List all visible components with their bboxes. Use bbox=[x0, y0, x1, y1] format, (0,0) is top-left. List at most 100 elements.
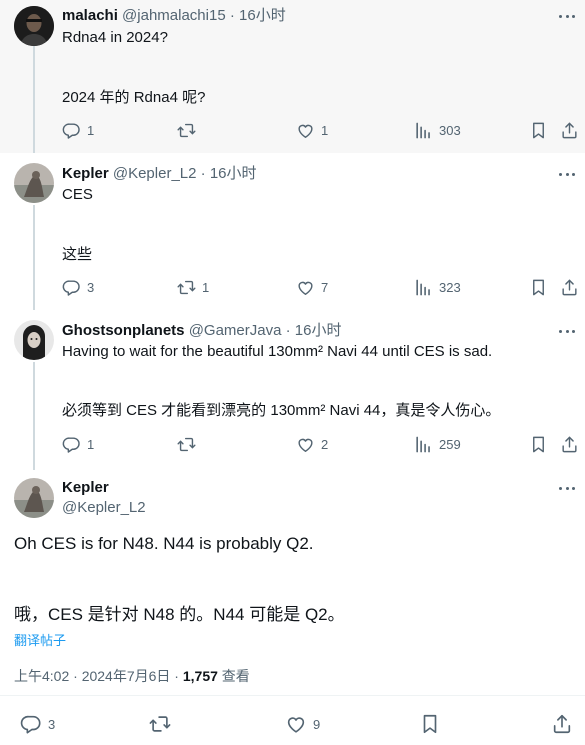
author-handle[interactable]: @jahmalachi15 bbox=[122, 7, 226, 24]
tweet-kepler-reply[interactable]: Kepler @Kepler_L2 · 16小时 CES 这些 3 1 7 32… bbox=[0, 153, 585, 310]
repost-icon bbox=[177, 435, 196, 454]
reply-icon bbox=[62, 435, 81, 454]
like-icon bbox=[285, 713, 307, 735]
reply-count: 1 bbox=[87, 122, 95, 138]
reply-button[interactable]: 1 bbox=[62, 434, 94, 454]
view-count: 259 bbox=[439, 436, 461, 452]
views-icon bbox=[414, 121, 433, 140]
reply-count: 1 bbox=[87, 436, 95, 452]
bookmark-button[interactable] bbox=[529, 120, 548, 140]
repost-count: 1 bbox=[202, 279, 210, 295]
view-count: 323 bbox=[439, 279, 461, 295]
share-button[interactable] bbox=[560, 434, 579, 454]
reply-icon bbox=[62, 278, 81, 297]
avatar[interactable] bbox=[14, 163, 54, 203]
author-name[interactable]: malachi bbox=[62, 7, 118, 24]
author-name[interactable]: Ghostsonplanets bbox=[62, 322, 185, 339]
divider bbox=[0, 695, 585, 696]
repost-button[interactable] bbox=[177, 120, 196, 140]
like-count: 1 bbox=[321, 122, 329, 138]
author-name[interactable]: Kepler bbox=[62, 479, 109, 496]
like-button[interactable]: 7 bbox=[296, 277, 328, 297]
like-count: 7 bbox=[321, 279, 329, 295]
more-icon[interactable] bbox=[557, 480, 577, 496]
action-bar: 3 1 7 323 bbox=[62, 277, 585, 297]
author-handle[interactable]: @GamerJava bbox=[189, 322, 282, 339]
post-time[interactable]: 16小时 bbox=[239, 7, 286, 24]
post-text-line2: 必须等到 CES 才能看到漂亮的 130mm² Navi 44，真是令人伤心。 bbox=[62, 402, 501, 419]
share-icon bbox=[560, 278, 579, 297]
like-button[interactable]: 2 bbox=[296, 434, 328, 454]
share-icon bbox=[551, 713, 573, 735]
separator-dot: · bbox=[200, 165, 206, 182]
reply-button[interactable]: 3 bbox=[62, 277, 94, 297]
main-tweet: Kepler @Kepler_L2 Oh CES is for N48. N44… bbox=[0, 470, 585, 745]
repost-button[interactable] bbox=[177, 434, 196, 454]
post-text-line1: Oh CES is for N48. N44 is probably Q2. bbox=[14, 534, 314, 553]
thread-line bbox=[33, 362, 35, 470]
thread-line bbox=[33, 46, 35, 153]
repost-button[interactable]: 1 bbox=[177, 277, 209, 297]
avatar[interactable] bbox=[14, 478, 54, 518]
share-icon bbox=[560, 121, 579, 140]
repost-icon bbox=[149, 713, 171, 735]
view-count: 1,757 bbox=[182, 668, 218, 684]
reply-button[interactable]: 3 bbox=[20, 712, 55, 736]
bookmark-button[interactable] bbox=[529, 434, 548, 454]
translate-link[interactable]: 翻译帖子 bbox=[14, 630, 66, 649]
bookmark-button[interactable] bbox=[419, 712, 441, 736]
post-text-line1: CES bbox=[62, 186, 93, 203]
separator-dot: · bbox=[229, 7, 235, 24]
like-icon bbox=[296, 121, 315, 140]
action-bar: 1 1 303 bbox=[62, 120, 585, 140]
like-count: 2 bbox=[321, 436, 329, 452]
thread-line bbox=[33, 205, 35, 310]
views-label: 查看 bbox=[217, 668, 250, 684]
post-text-line2: 哦，CES 是针对 N48 的。N44 可能是 Q2。 bbox=[14, 605, 345, 624]
share-button[interactable] bbox=[551, 712, 573, 736]
like-icon bbox=[296, 278, 315, 297]
views-button[interactable]: 259 bbox=[414, 434, 461, 454]
like-count: 9 bbox=[313, 716, 321, 732]
avatar[interactable] bbox=[14, 6, 54, 46]
tweet-ghostsonplanets[interactable]: Ghostsonplanets @GamerJava · 16小时 Having… bbox=[0, 310, 585, 470]
repost-icon bbox=[177, 121, 196, 140]
post-text-line1: Having to wait for the beautiful 130mm² … bbox=[62, 343, 493, 360]
post-time[interactable]: 16小时 bbox=[295, 322, 342, 339]
share-button[interactable] bbox=[560, 277, 579, 297]
action-bar: 1 2 259 bbox=[62, 434, 585, 454]
avatar[interactable] bbox=[14, 320, 54, 360]
more-icon[interactable] bbox=[557, 166, 577, 182]
reply-icon bbox=[20, 713, 42, 735]
reply-icon bbox=[62, 121, 81, 140]
views-button[interactable]: 323 bbox=[414, 277, 461, 297]
separator-dot: · bbox=[285, 322, 291, 339]
share-button[interactable] bbox=[560, 120, 579, 140]
views-button[interactable]: 303 bbox=[414, 120, 461, 140]
bookmark-icon bbox=[419, 713, 441, 735]
bookmark-button[interactable] bbox=[529, 277, 548, 297]
tweet-malachi[interactable]: malachi @jahmalachi15 · 16小时 Rdna4 in 20… bbox=[0, 0, 585, 153]
views-icon bbox=[414, 278, 433, 297]
like-button[interactable]: 1 bbox=[296, 120, 328, 140]
post-text-line2: 这些 bbox=[62, 246, 93, 263]
author-handle[interactable]: @Kepler_L2 bbox=[62, 499, 146, 516]
bookmark-icon bbox=[529, 435, 548, 454]
bookmark-icon bbox=[529, 278, 548, 297]
post-time[interactable]: 16小时 bbox=[210, 165, 257, 182]
post-timestamp[interactable]: 上午4:02 · 2024年7月6日 · bbox=[14, 668, 183, 684]
repost-icon bbox=[177, 278, 196, 297]
repost-button[interactable] bbox=[149, 712, 171, 736]
author-name[interactable]: Kepler bbox=[62, 165, 109, 182]
reply-count: 3 bbox=[87, 279, 95, 295]
reply-count: 3 bbox=[48, 716, 56, 732]
reply-button[interactable]: 1 bbox=[62, 120, 94, 140]
view-count: 303 bbox=[439, 122, 461, 138]
bookmark-icon bbox=[529, 121, 548, 140]
more-icon[interactable] bbox=[557, 8, 577, 24]
author-handle[interactable]: @Kepler_L2 bbox=[113, 165, 197, 182]
like-button[interactable]: 9 bbox=[285, 712, 320, 736]
views-icon bbox=[414, 435, 433, 454]
more-icon[interactable] bbox=[557, 323, 577, 339]
action-bar: 3 9 bbox=[14, 712, 585, 736]
